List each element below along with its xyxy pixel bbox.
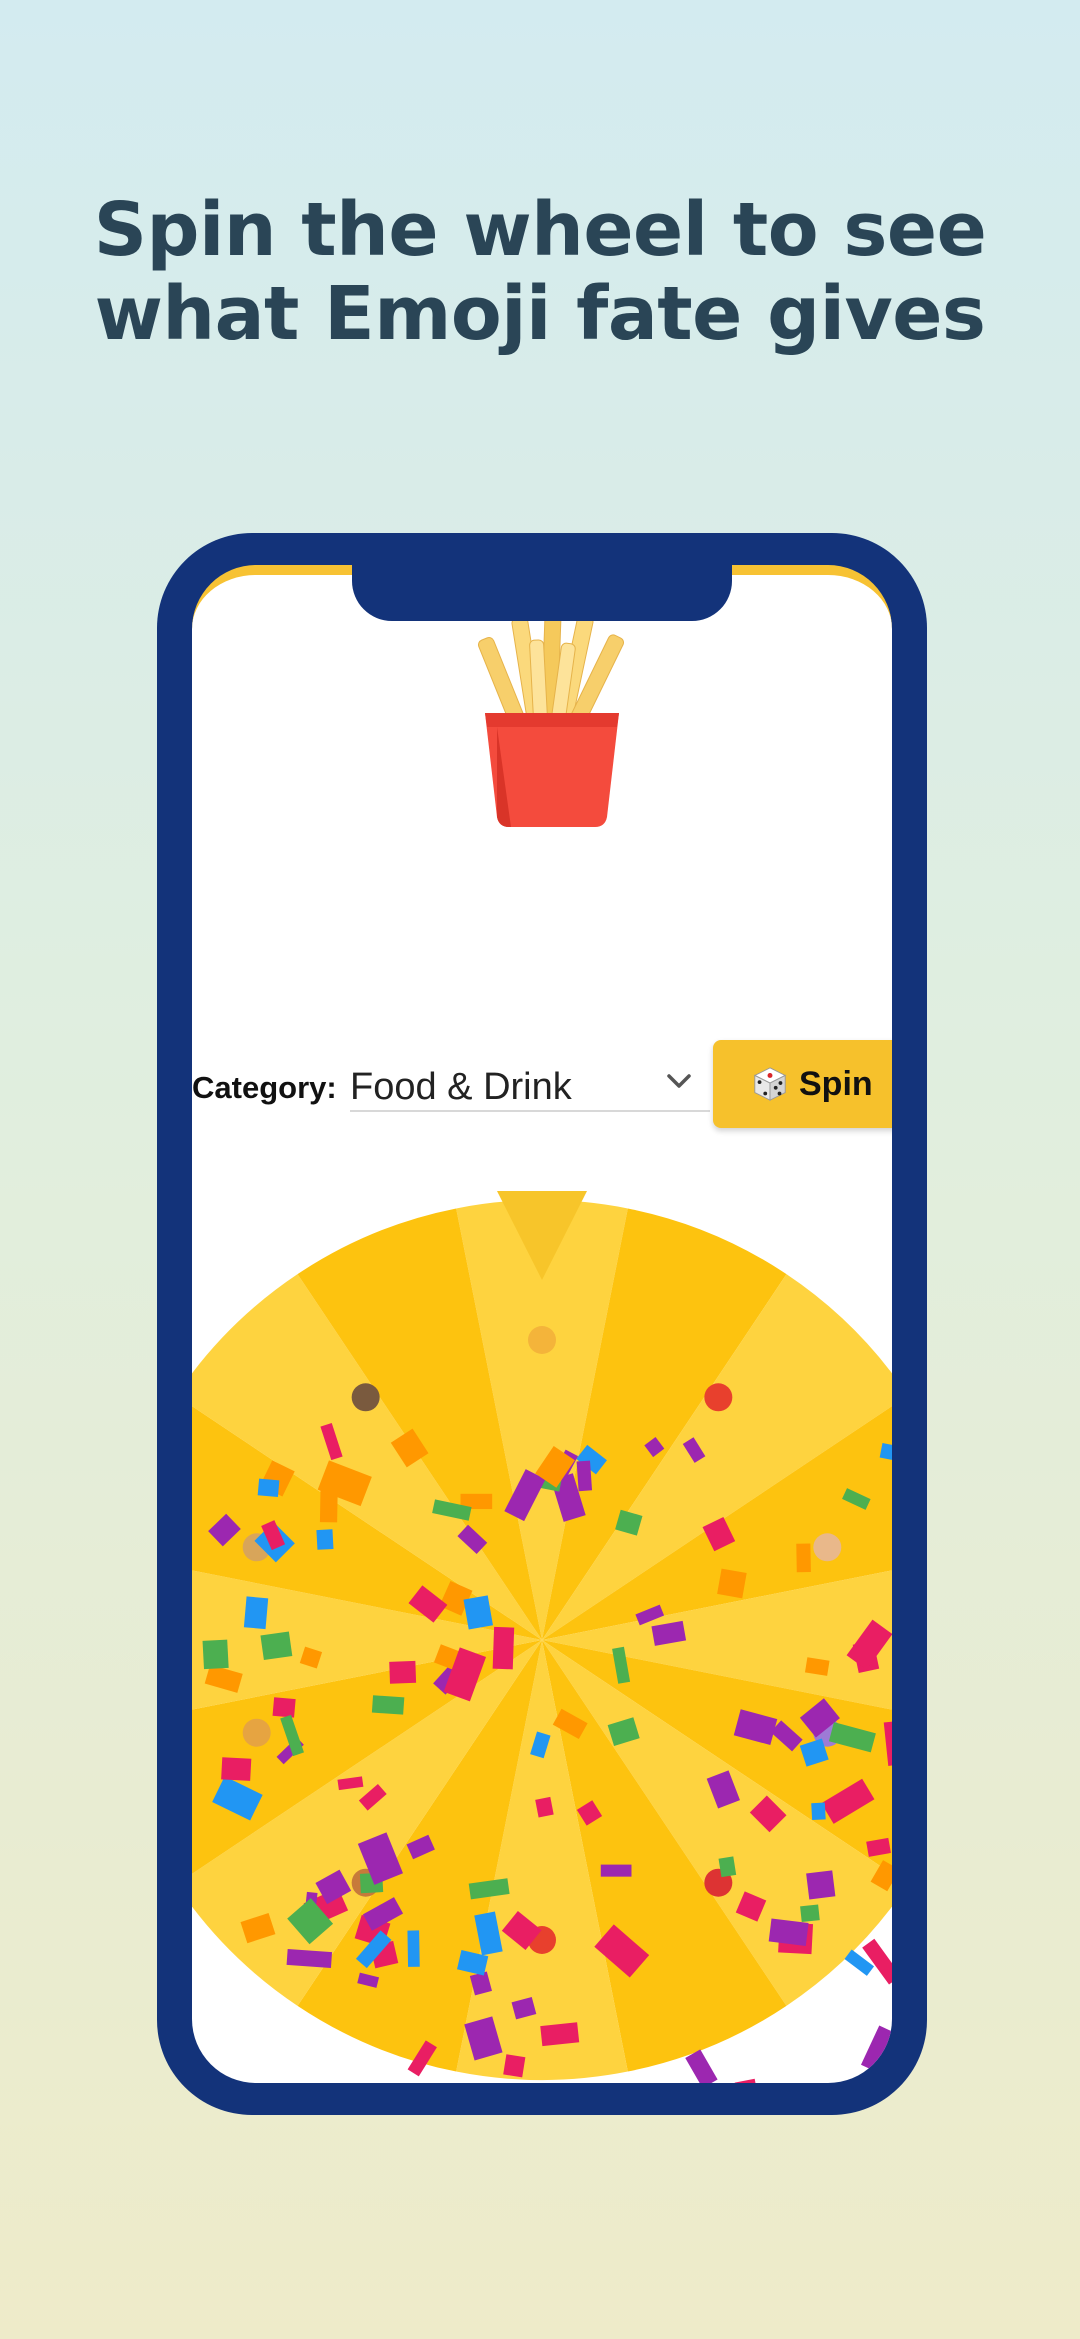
french-fries-emoji-icon (477, 604, 624, 827)
confetti-piece (540, 2022, 580, 2047)
french-fries-emoji-icon (528, 1326, 556, 1354)
confetti-piece (260, 1631, 293, 1661)
confetti-piece (800, 1904, 820, 1923)
phone-frame: Category: Food & Drink Spin (157, 533, 927, 2115)
confetti-piece (768, 1918, 809, 1946)
confetti-piece (806, 1870, 836, 1900)
category-row: Category: Food & Drink Spin (192, 1040, 892, 1130)
confetti-piece (202, 1639, 229, 1670)
confetti-piece (860, 2025, 892, 2076)
chestnut-emoji-icon (351, 1383, 380, 1412)
confetti-piece (463, 1595, 493, 1630)
egg-emoji-icon (813, 1533, 842, 1562)
headline-line-2: what Emoji fate gives (94, 271, 986, 357)
category-selected-value: Food & Drink (350, 1066, 572, 1108)
confetti-piece (272, 1697, 296, 1718)
confetti-piece (286, 1949, 333, 1968)
confetti-piece (734, 2078, 759, 2083)
spin-button[interactable]: Spin (713, 1040, 892, 1128)
confetti-piece (503, 2054, 526, 2078)
confetti-piece (257, 1478, 280, 1497)
confetti-piece (600, 1864, 632, 1877)
confetti-piece (407, 1930, 420, 1967)
red-apple-emoji-icon (704, 1383, 733, 1412)
emoji-wheel[interactable] (192, 1185, 892, 2083)
category-label: Category: (192, 1070, 337, 1105)
confetti-piece (371, 1695, 405, 1715)
confetti-piece (576, 1460, 593, 1492)
headline-line-1: Spin the wheel to see (93, 187, 987, 273)
confetti-piece (685, 2049, 718, 2083)
pancakes-emoji-icon (242, 1718, 271, 1747)
spin-button-label: Spin (799, 1064, 873, 1103)
confetti-piece (319, 1488, 338, 1523)
confetti-piece (492, 1626, 515, 1670)
app-screen: Category: Food & Drink Spin (192, 565, 892, 2083)
confetti-piece (796, 1543, 811, 1573)
confetti-piece (316, 1529, 334, 1550)
confetti-piece (717, 1568, 747, 1599)
confetti-piece (389, 1660, 417, 1684)
phone-notch (352, 565, 732, 621)
chevron-down-icon (667, 1074, 691, 1088)
confetti-piece (221, 1757, 252, 1781)
headline: Spin the wheel to see what Emoji fate gi… (0, 188, 1080, 356)
confetti-piece (811, 1802, 826, 1821)
confetti-piece (718, 1856, 737, 1878)
category-dropdown[interactable]: Food & Drink (350, 1052, 710, 1112)
dice-icon (753, 1067, 787, 1101)
confetti-piece (243, 1596, 269, 1630)
